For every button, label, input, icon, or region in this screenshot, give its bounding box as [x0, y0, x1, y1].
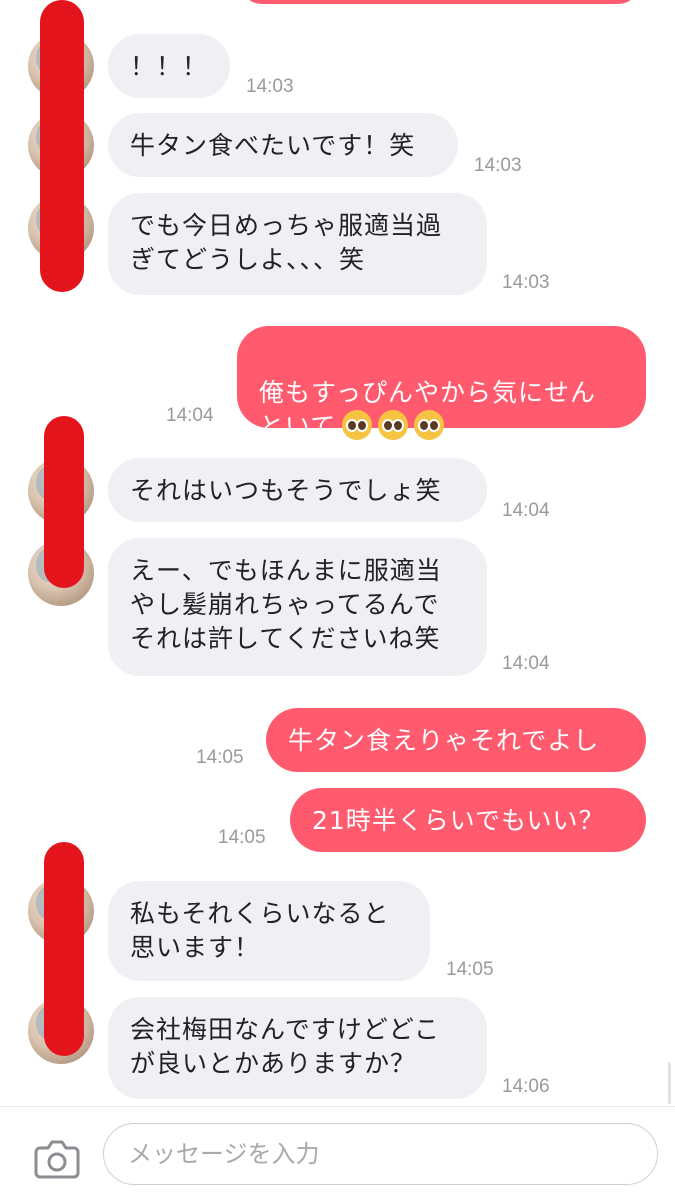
message-timestamp: 14:04	[502, 500, 550, 521]
chat-thread[interactable]: ！！！ 14:03 牛タン食べたいです！笑 14:03 でも今日めっちゃ服適当過…	[0, 0, 675, 1106]
pleading-face-emoji-icon	[378, 410, 409, 440]
incoming-message-bubble: えー、でもほんまに服適当 やし髪崩れちゃってるんで それは許してくださいね笑	[108, 538, 487, 676]
message-timestamp: 14:05	[218, 827, 266, 848]
outgoing-message-bubble: 俺もすっぴんやから気にせん といて	[237, 326, 646, 441]
message-timestamp: 14:03	[502, 272, 550, 293]
message-timestamp: 14:04	[166, 405, 214, 426]
message-timestamp: 14:04	[502, 653, 550, 674]
redaction-mark	[44, 842, 84, 1056]
incoming-message-bubble: でも今日めっちゃ服適当過 ぎてどうしよ、、、笑	[108, 193, 487, 295]
message-timestamp: 14:03	[474, 155, 522, 176]
redaction-mark	[40, 0, 84, 292]
message-timestamp: 14:05	[446, 959, 494, 980]
scrollbar[interactable]	[668, 1062, 671, 1104]
incoming-message-bubble: 牛タン食べたいです！笑	[108, 113, 458, 177]
outgoing-message-bubble: 21時半くらいでもいい？	[290, 788, 646, 852]
outgoing-message-bubble	[240, 0, 640, 4]
redaction-mark	[44, 416, 84, 588]
camera-icon[interactable]	[34, 1139, 80, 1179]
message-timestamp: 14:03	[246, 76, 294, 97]
incoming-message-bubble: 私もそれくらいなると 思います！	[108, 881, 430, 981]
message-input[interactable]	[103, 1123, 658, 1185]
pleading-face-emoji-icon	[342, 410, 373, 440]
message-timestamp: 14:06	[502, 1076, 550, 1097]
incoming-message-bubble: 会社梅田なんですけどどこ が良いとかありますか？	[108, 997, 487, 1099]
incoming-message-bubble: ！！！	[108, 34, 230, 98]
message-timestamp: 14:05	[196, 747, 244, 768]
pleading-face-emoji-icon	[414, 410, 445, 440]
incoming-message-bubble: それはいつもそうでしょ笑	[108, 458, 487, 522]
message-composer	[0, 1106, 675, 1201]
outgoing-message-bubble: 牛タン食えりゃそれでよし	[266, 708, 646, 772]
